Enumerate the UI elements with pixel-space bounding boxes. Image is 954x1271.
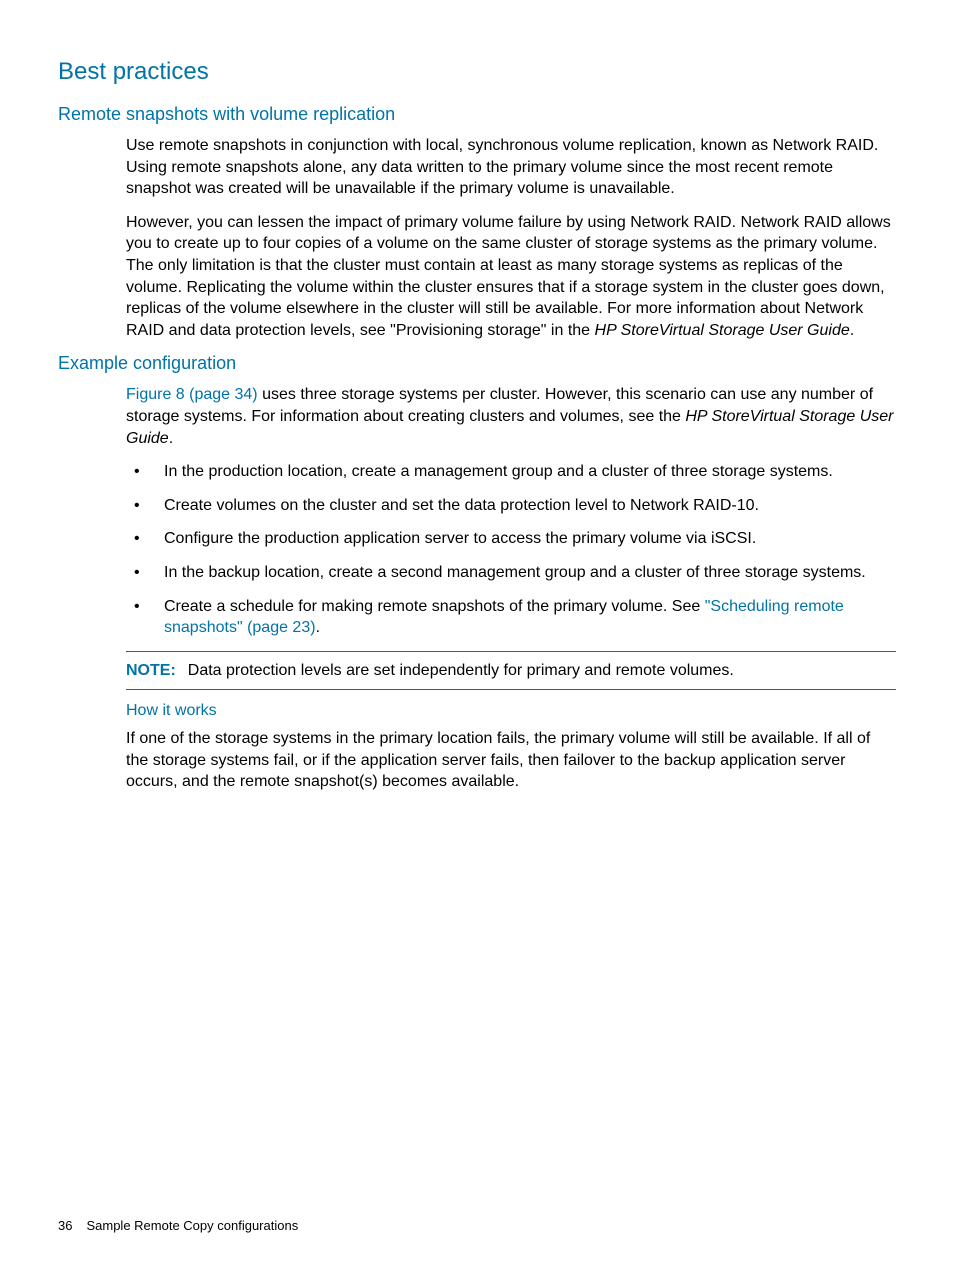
text-segment: However, you can lessen the impact of pr… [126, 214, 891, 339]
list-item: In the production location, create a man… [126, 461, 896, 483]
link-figure-8[interactable]: Figure 8 (page 34) [126, 386, 258, 403]
bullet-list: In the production location, create a man… [126, 461, 896, 639]
paragraph-example: Figure 8 (page 34) uses three storage sy… [126, 384, 896, 449]
note-box: NOTE: Data protection levels are set inde… [126, 651, 896, 691]
heading-remote-snapshots: Remote snapshots with volume replication [58, 104, 896, 125]
text-segment: . [316, 619, 320, 636]
heading-example-config: Example configuration [58, 353, 896, 374]
note-text: Data protection levels are set independe… [188, 662, 734, 679]
note-label: NOTE: [126, 662, 176, 679]
list-item: Create a schedule for making remote snap… [126, 596, 896, 639]
text-segment: . [850, 322, 854, 339]
list-item: In the backup location, create a second … [126, 562, 896, 584]
text-segment: . [169, 430, 173, 447]
text-italic-guide: HP StoreVirtual Storage User Guide [595, 322, 850, 339]
paragraph-how-it-works: If one of the storage systems in the pri… [126, 728, 896, 793]
footer-section-title: Sample Remote Copy configurations [86, 1218, 298, 1233]
page-footer: 36 Sample Remote Copy configurations [58, 1218, 298, 1233]
paragraph-network-raid: However, you can lessen the impact of pr… [126, 212, 896, 342]
list-item: Configure the production application ser… [126, 528, 896, 550]
list-item: Create volumes on the cluster and set th… [126, 495, 896, 517]
text-segment: Create a schedule for making remote snap… [164, 598, 705, 615]
page-number: 36 [58, 1218, 72, 1233]
heading-best-practices: Best practices [58, 58, 896, 86]
heading-how-it-works: How it works [126, 702, 896, 720]
paragraph-intro: Use remote snapshots in conjunction with… [126, 135, 896, 200]
